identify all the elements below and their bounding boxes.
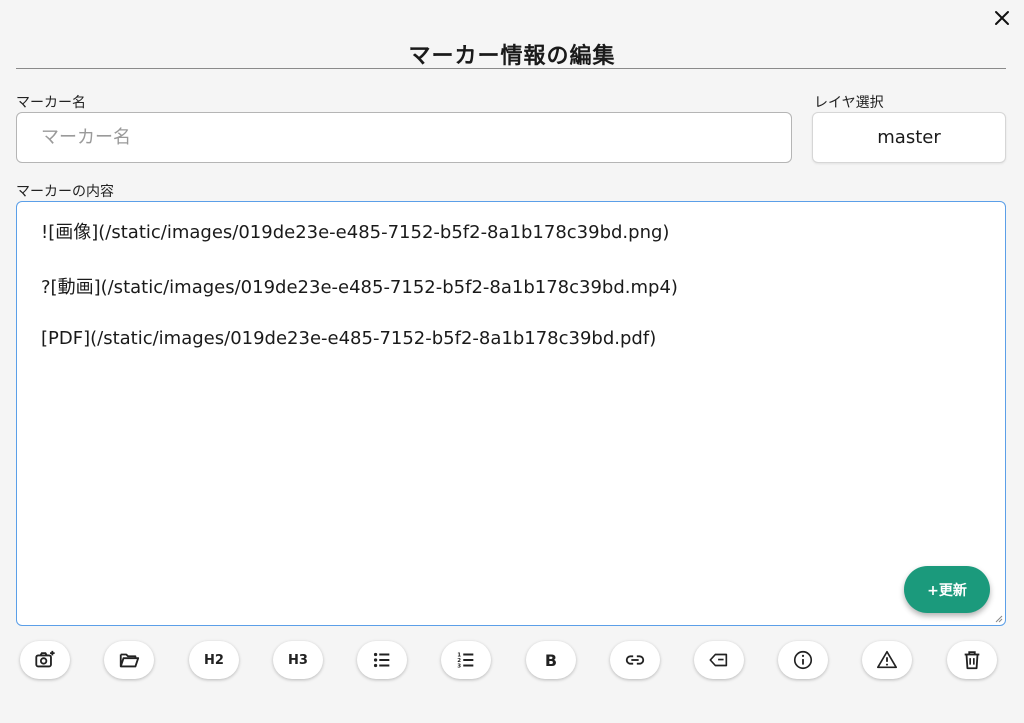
marker-content-label: マーカーの内容 bbox=[16, 184, 114, 200]
numbered-list-icon: 1 2 3 bbox=[457, 652, 474, 669]
insert-tag-button[interactable] bbox=[694, 641, 744, 679]
dialog-title: マーカー情報の編集 bbox=[408, 44, 616, 69]
marker-name-input[interactable] bbox=[16, 112, 792, 163]
tag-icon bbox=[709, 653, 728, 667]
editor-toolbar: H2 H3 1 2 3 B bbox=[20, 641, 998, 679]
bullet-list-icon bbox=[373, 652, 390, 668]
warning-icon bbox=[877, 650, 897, 669]
warning-block-button[interactable] bbox=[862, 641, 912, 679]
link-icon bbox=[625, 655, 645, 665]
marker-content-textarea[interactable]: ![画像](/static/images/019de23e-e485-7152-… bbox=[16, 201, 1006, 626]
marker-name-label: マーカー名 bbox=[16, 95, 86, 111]
heading-3-button[interactable]: H3 bbox=[273, 641, 323, 679]
content-line-pdf: [PDF](/static/images/019de23e-e485-7152-… bbox=[41, 328, 657, 349]
heading-3-icon: H3 bbox=[288, 652, 308, 668]
heading-2-icon: H2 bbox=[204, 652, 224, 668]
trash-icon bbox=[964, 651, 980, 670]
close-button[interactable] bbox=[990, 6, 1014, 30]
title-divider bbox=[16, 68, 1006, 69]
content-line-image: ![画像](/static/images/019de23e-e485-7152-… bbox=[41, 222, 670, 243]
resize-handle-icon[interactable] bbox=[995, 615, 1003, 623]
bullet-list-button[interactable] bbox=[357, 641, 407, 679]
open-file-button[interactable] bbox=[104, 641, 154, 679]
insert-link-button[interactable] bbox=[610, 641, 660, 679]
info-icon bbox=[793, 650, 813, 670]
update-button[interactable]: +更新 bbox=[904, 566, 990, 613]
layer-select[interactable]: master bbox=[812, 112, 1006, 163]
layer-select-label: レイヤ選択 bbox=[814, 95, 884, 111]
bold-icon: B bbox=[544, 650, 558, 670]
insert-photo-button[interactable] bbox=[20, 641, 70, 679]
content-line-video: ?[動画](/static/images/019de23e-e485-7152-… bbox=[41, 277, 678, 298]
delete-marker-button[interactable] bbox=[947, 641, 997, 679]
bold-button[interactable]: B bbox=[526, 641, 576, 679]
svg-text:3: 3 bbox=[457, 663, 461, 669]
info-block-button[interactable] bbox=[778, 641, 828, 679]
camera-plus-icon bbox=[35, 650, 55, 668]
folder-open-icon bbox=[119, 653, 140, 668]
numbered-list-button[interactable]: 1 2 3 bbox=[441, 641, 491, 679]
close-icon bbox=[995, 11, 1009, 25]
layer-select-value: master bbox=[877, 127, 941, 148]
heading-2-button[interactable]: H2 bbox=[189, 641, 239, 679]
